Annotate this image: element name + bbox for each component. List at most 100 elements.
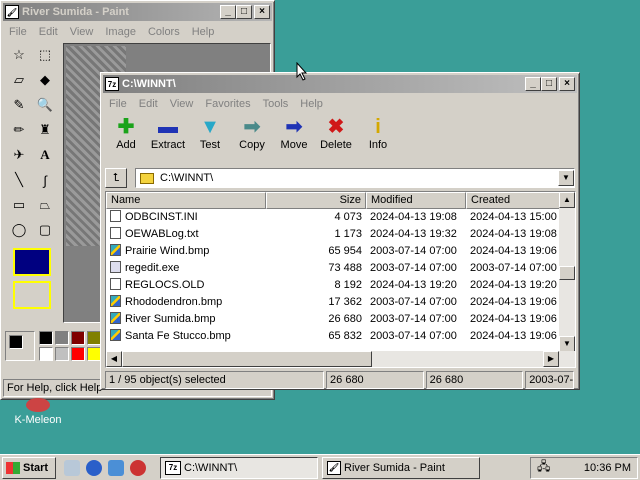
- free-select-icon[interactable]: ☆: [7, 43, 31, 67]
- close-button[interactable]: ×: [254, 5, 270, 19]
- scroll-up-icon[interactable]: ▲: [559, 192, 575, 208]
- menu-help[interactable]: Help: [294, 98, 329, 110]
- task-paint[interactable]: 🖌 River Sumida - Paint: [322, 456, 480, 479]
- table-row[interactable]: River Sumida.bmp 26 680 2003-07-14 07:00 20…: [106, 311, 575, 328]
- start-button[interactable]: Start: [2, 456, 56, 479]
- show-desktop-icon[interactable]: [64, 459, 80, 476]
- table-row[interactable]: Rhododendron.bmp 17 362 2003-07-14 07:00 20…: [106, 294, 575, 311]
- scroll-right-icon[interactable]: ▶: [543, 351, 559, 367]
- test-button[interactable]: ▼ Test: [189, 115, 231, 163]
- network-icon[interactable]: 🖧: [537, 457, 550, 478]
- table-row[interactable]: ODBCINST.INI 4 073 2024-04-13 19:08 2024-04…: [106, 209, 575, 226]
- menu-edit[interactable]: Edit: [33, 26, 64, 38]
- swatch-white[interactable]: [39, 347, 53, 361]
- copy-button[interactable]: ➡ Copy: [231, 115, 273, 163]
- fill-icon[interactable]: ◆: [33, 68, 57, 92]
- table-row[interactable]: Santa Fe Stucco.bmp 65 832 2003-07-14 07:0…: [106, 328, 575, 345]
- menu-image[interactable]: Image: [99, 26, 142, 38]
- file-list[interactable]: Name Size Modified Created ODBCINST.INI 4…: [105, 191, 576, 368]
- menu-edit[interactable]: Edit: [133, 98, 164, 110]
- file-created: 2024-04-13 19:06: [470, 313, 557, 325]
- table-row[interactable]: OEWABLog.txt 1 173 2024-04-13 19:32 2024-04…: [106, 226, 575, 243]
- swatch-gray[interactable]: [55, 331, 69, 345]
- table-row[interactable]: Prairie Wind.bmp 65 954 2003-07-14 07:00 20…: [106, 243, 575, 260]
- paint-titlebar[interactable]: 🖌 River Sumida - Paint _ □ ×: [3, 3, 272, 21]
- minimize-button[interactable]: _: [525, 77, 541, 91]
- desktop-icon-label: K-Meleon: [14, 414, 62, 426]
- menu-help[interactable]: Help: [186, 26, 221, 38]
- swatch-black[interactable]: [39, 331, 53, 345]
- 7zip-window[interactable]: 7z C:\WINNT\ _ □ × File Edit View Favori…: [100, 72, 580, 390]
- 7zip-titlebar[interactable]: 7z C:\WINNT\ _ □ ×: [103, 75, 577, 93]
- curve-icon[interactable]: ∫: [33, 168, 57, 192]
- system-tray: 🖧 10:36 PM: [530, 456, 638, 479]
- menu-colors[interactable]: Colors: [142, 26, 186, 38]
- hscroll-thumb[interactable]: [122, 351, 372, 367]
- brush-icon[interactable]: ♜: [33, 118, 57, 142]
- scroll-left-icon[interactable]: ◀: [106, 351, 122, 367]
- clock[interactable]: 10:36 PM: [584, 462, 631, 474]
- eraser-icon[interactable]: ▱: [7, 68, 31, 92]
- opaque-mode-icon[interactable]: [13, 248, 51, 276]
- file-name-cell: ODBCINST.INI: [106, 209, 266, 226]
- bitmap-file-icon: [110, 329, 121, 341]
- path-combo[interactable]: C:\WINNT\ ▼: [135, 168, 575, 188]
- ie-icon[interactable]: [86, 459, 102, 476]
- minimize-button[interactable]: _: [220, 5, 236, 19]
- polygon-icon[interactable]: ⏢: [33, 193, 57, 217]
- file-modified: 2024-04-13 19:32: [370, 228, 457, 240]
- menu-view[interactable]: View: [64, 26, 100, 38]
- foreground-color[interactable]: [9, 335, 23, 349]
- table-row[interactable]: regedit.exe 73 488 2003-07-14 07:00 2003-07…: [106, 260, 575, 277]
- info-icon: i: [375, 116, 381, 138]
- add-button[interactable]: ✚ Add: [105, 115, 147, 163]
- swatch-yellow[interactable]: [87, 347, 101, 361]
- outlook-icon[interactable]: [108, 459, 124, 476]
- delete-button[interactable]: ✖ Delete: [315, 115, 357, 163]
- ellipse-icon[interactable]: ◯: [7, 218, 31, 242]
- vertical-scrollbar[interactable]: ▲ ▼: [559, 192, 575, 352]
- pencil-icon[interactable]: ✏: [7, 118, 31, 142]
- file-name-cell: REGLOCS.OLD: [106, 277, 266, 294]
- maximize-button[interactable]: □: [236, 5, 252, 19]
- magnifier-icon[interactable]: 🔍: [33, 93, 57, 117]
- line-icon[interactable]: ╲: [7, 168, 31, 192]
- col-name[interactable]: Name: [106, 192, 266, 209]
- text-icon[interactable]: A: [33, 143, 57, 167]
- col-modified[interactable]: Modified: [366, 192, 466, 209]
- rect-select-icon[interactable]: ⬚: [33, 43, 57, 67]
- menu-file[interactable]: File: [103, 98, 133, 110]
- close-button[interactable]: ×: [559, 77, 575, 91]
- extract-button[interactable]: ▬ Extract: [147, 115, 189, 163]
- info-button[interactable]: i Info: [357, 115, 399, 163]
- chevron-down-icon[interactable]: ▼: [558, 170, 574, 186]
- col-created[interactable]: Created: [466, 192, 566, 209]
- swatch-maroon[interactable]: [71, 331, 85, 345]
- task-7zip[interactable]: 7z C:\WINNT\: [160, 456, 318, 479]
- menu-file[interactable]: File: [3, 26, 33, 38]
- table-row[interactable]: REGLOCS.OLD 8 192 2024-04-13 19:20 2024-04-…: [106, 277, 575, 294]
- rectangle-icon[interactable]: ▭: [7, 193, 31, 217]
- menu-favorites[interactable]: Favorites: [199, 98, 256, 110]
- file-created: 2024-04-13 19:06: [470, 296, 557, 308]
- file-name: Santa Fe Stucco.bmp: [125, 330, 231, 342]
- up-folder-button[interactable]: ⮤: [105, 168, 127, 188]
- swatch-silver[interactable]: [55, 347, 69, 361]
- menu-view[interactable]: View: [164, 98, 200, 110]
- scroll-thumb[interactable]: [559, 266, 575, 280]
- picker-icon[interactable]: ✎: [7, 93, 31, 117]
- scroll-down-icon[interactable]: ▼: [559, 336, 575, 352]
- swatch-olive[interactable]: [87, 331, 101, 345]
- maximize-button[interactable]: □: [541, 77, 557, 91]
- kmeleon-quick-icon[interactable]: [130, 459, 146, 476]
- transparent-mode-icon[interactable]: [13, 281, 51, 309]
- swatch-red[interactable]: [71, 347, 85, 361]
- menu-tools[interactable]: Tools: [257, 98, 295, 110]
- move-button[interactable]: ➡ Move: [273, 115, 315, 163]
- desktop-icon-kmeleon[interactable]: K-Meleon: [8, 398, 68, 426]
- horizontal-scrollbar[interactable]: ◀ ▶: [106, 351, 575, 367]
- file-created: 2024-04-13 19:06: [470, 330, 557, 342]
- col-size[interactable]: Size: [266, 192, 366, 209]
- airbrush-icon[interactable]: ✈: [7, 143, 31, 167]
- rounded-rect-icon[interactable]: ▢: [33, 218, 57, 242]
